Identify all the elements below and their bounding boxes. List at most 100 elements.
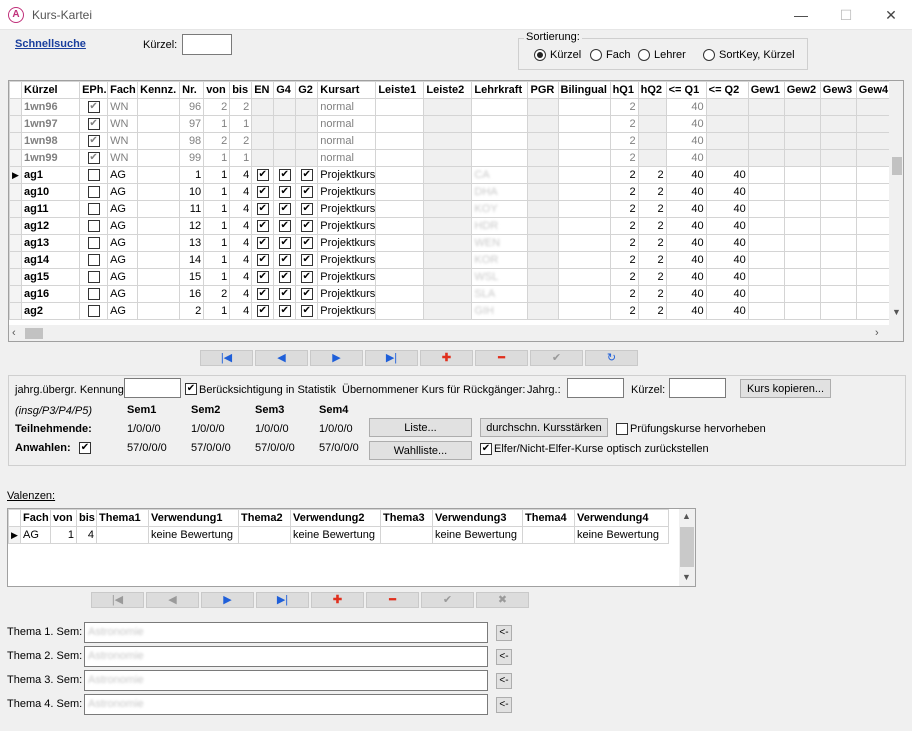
grid-checkbox[interactable]: ✔ <box>256 203 269 216</box>
minimize-button[interactable]: — <box>787 4 815 26</box>
valenzen-cell[interactable]: AG <box>20 526 51 544</box>
cell-hq2[interactable]: 2 <box>637 200 667 218</box>
eph-checkbox[interactable]: ✔ <box>87 118 100 131</box>
kurs-kopieren-button[interactable]: Kurs kopieren... <box>740 379 831 398</box>
cell-lehrkraft[interactable]: WEN <box>471 234 529 252</box>
vertical-scroll-thumb[interactable] <box>892 157 902 175</box>
cell-nr[interactable]: 13 <box>179 234 205 252</box>
elfer-checkbox[interactable]: ✔ <box>480 443 492 455</box>
table-row[interactable]: ag14 AG 14 1 4 ✔ ✔ ✔ Projektkurs KOR 2 2 40 40 <box>9 251 894 269</box>
cell-gew3[interactable] <box>819 268 857 286</box>
cell-leiste1[interactable] <box>375 200 425 218</box>
statistik-checkbox[interactable]: ✔ <box>185 383 197 395</box>
cell-bilingual[interactable] <box>557 302 611 320</box>
column-header[interactable]: hQ2 <box>637 81 667 99</box>
cell-von[interactable]: 1 <box>203 251 231 269</box>
eph-checkbox[interactable] <box>87 220 100 233</box>
grid-checkbox[interactable]: ✔ <box>300 186 313 199</box>
cell-q1[interactable]: 40 <box>665 132 707 150</box>
cell-q2[interactable]: 40 <box>705 251 749 269</box>
table-row[interactable]: ag11 AG 11 1 4 ✔ ✔ ✔ Projektkurs KOY 2 2 40 40 <box>9 200 894 218</box>
grid-checkbox[interactable]: ✔ <box>300 203 313 216</box>
cell-leiste1[interactable] <box>375 217 425 235</box>
cell-q2[interactable]: 40 <box>705 285 749 303</box>
cell-pgr[interactable] <box>527 234 559 252</box>
cell-q2[interactable]: 40 <box>705 183 749 201</box>
column-header[interactable]: <= Q1 <box>665 81 707 99</box>
cell-gew1[interactable] <box>747 132 785 150</box>
cell-kennz[interactable] <box>137 200 181 218</box>
cell-hq2[interactable] <box>637 98 667 116</box>
sort-radio-2[interactable] <box>638 49 650 61</box>
thema-apply-button[interactable]: <- <box>496 625 512 641</box>
table-row[interactable]: ag16 AG 16 2 4 ✔ ✔ ✔ Projektkurs SLA 2 2 40 40 <box>9 285 894 303</box>
cell-bilingual[interactable] <box>557 98 611 116</box>
cell-fach[interactable]: AG <box>107 302 139 320</box>
cell-fach[interactable]: AG <box>107 268 139 286</box>
cell-leiste1[interactable] <box>375 302 425 320</box>
cell-bilingual[interactable] <box>557 166 611 184</box>
cell-gew1[interactable] <box>747 251 785 269</box>
cell-von[interactable]: 1 <box>203 149 231 167</box>
grid-checkbox[interactable]: ✔ <box>278 305 291 318</box>
cell-hq2[interactable]: 2 <box>637 302 667 320</box>
cell-leiste2[interactable] <box>423 200 473 218</box>
cell-gew2[interactable] <box>783 268 821 286</box>
valenzen-column-header[interactable]: Verwendung3 <box>432 509 523 527</box>
valenzen-cell[interactable]: 4 <box>76 526 97 544</box>
cell-leiste2[interactable] <box>423 302 473 320</box>
row-indicator[interactable] <box>9 268 22 286</box>
cell-q2[interactable] <box>705 132 749 150</box>
cell-hq1[interactable]: 2 <box>609 149 639 167</box>
valenzen-cell[interactable] <box>96 526 149 544</box>
cell-kursart[interactable]: Projektkurs <box>317 234 377 252</box>
column-header[interactable]: Leiste1 <box>375 81 425 99</box>
cell-hq2[interactable]: 2 <box>637 166 667 184</box>
grid-checkbox[interactable]: ✔ <box>278 237 291 250</box>
eph-checkbox[interactable] <box>87 237 100 250</box>
cell-q2[interactable] <box>705 149 749 167</box>
navbar1-first-button[interactable]: |◀ <box>200 350 253 366</box>
grid-checkbox[interactable]: ✔ <box>256 237 269 250</box>
table-row[interactable]: 1wn98 ✔ WN 98 2 2 normal 2 40 <box>9 132 894 150</box>
cell-fach[interactable]: WN <box>107 132 139 150</box>
column-header[interactable]: Kennz. <box>137 81 181 99</box>
valenzen-column-header[interactable]: Verwendung2 <box>290 509 381 527</box>
valenzen-cell[interactable]: 1 <box>50 526 77 544</box>
cell-bis[interactable]: 4 <box>229 217 253 235</box>
cell-kuerzel[interactable]: 1wn97 <box>20 115 81 133</box>
pruefungskurse-checkbox[interactable] <box>616 423 628 435</box>
cell-kennz[interactable] <box>137 166 181 184</box>
cell-q2[interactable]: 40 <box>705 234 749 252</box>
cell-leiste2[interactable] <box>423 115 473 133</box>
cell-gew3[interactable] <box>819 302 857 320</box>
valenzen-cell[interactable]: keine Bewertung <box>290 526 381 544</box>
cell-kursart[interactable]: Projektkurs <box>317 200 377 218</box>
cell-kuerzel[interactable]: ag1 <box>20 166 81 184</box>
cell-fach[interactable]: AG <box>107 234 139 252</box>
valenzen-scroll-thumb[interactable] <box>680 527 694 567</box>
cell-hq2[interactable]: 2 <box>637 183 667 201</box>
eph-checkbox[interactable] <box>87 254 100 267</box>
cell-gew4[interactable] <box>855 285 894 303</box>
cell-pgr[interactable] <box>527 268 559 286</box>
grid-checkbox[interactable]: ✔ <box>256 169 269 182</box>
cell-hq1[interactable]: 2 <box>609 234 639 252</box>
cell-von[interactable]: 2 <box>203 98 231 116</box>
table-row[interactable]: ag2 AG 2 1 4 ✔ ✔ ✔ Projektkurs GIH 2 2 40 40 <box>9 302 894 320</box>
cell-q1[interactable]: 40 <box>665 200 707 218</box>
navbar1-add-button[interactable]: ✚ <box>420 350 473 366</box>
valenzen-column-header[interactable]: Thema1 <box>96 509 149 527</box>
grid-checkbox[interactable]: ✔ <box>256 220 269 233</box>
cell-gew1[interactable] <box>747 166 785 184</box>
cell-bilingual[interactable] <box>557 268 611 286</box>
row-indicator[interactable] <box>9 251 22 269</box>
cell-kuerzel[interactable]: ag12 <box>20 217 81 235</box>
cell-gew2[interactable] <box>783 217 821 235</box>
column-header[interactable]: G2 <box>295 81 319 99</box>
table-row[interactable]: ag15 AG 15 1 4 ✔ ✔ ✔ Projektkurs WSL 2 2 40 40 <box>9 268 894 286</box>
cell-gew4[interactable] <box>855 132 894 150</box>
cell-q2[interactable]: 40 <box>705 217 749 235</box>
cell-leiste1[interactable] <box>375 149 425 167</box>
cell-leiste2[interactable] <box>423 98 473 116</box>
